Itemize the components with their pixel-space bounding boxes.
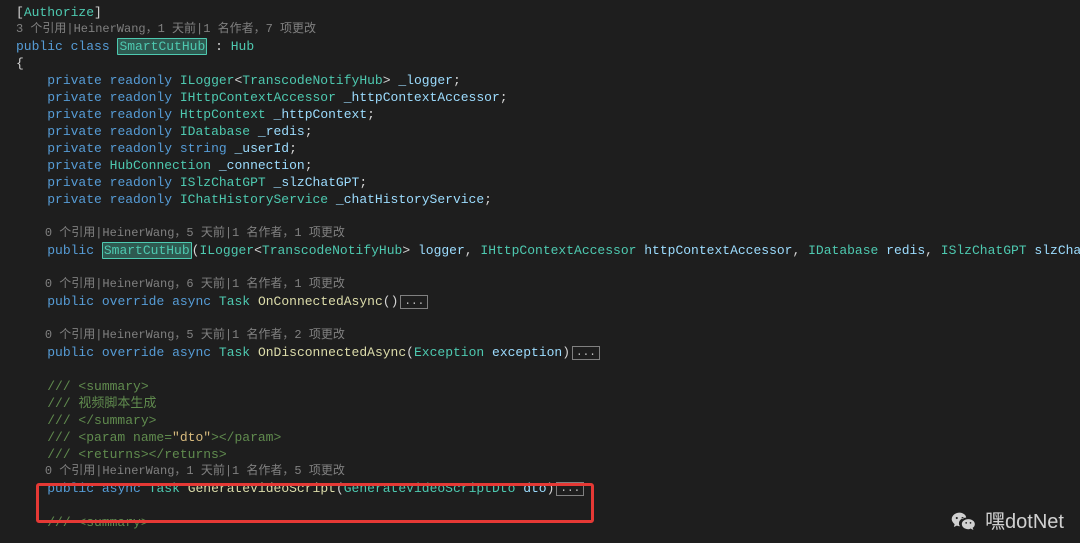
code-line[interactable]: private readonly ISlzChatGPT _slzChatGPT… — [0, 174, 1080, 191]
xml-doc[interactable]: /// <summary> — [0, 514, 1080, 531]
code-line[interactable]: public override async Task OnConnectedAs… — [0, 293, 1080, 310]
code-line[interactable]: public async Task GenerateVideoScript(Ge… — [0, 480, 1080, 497]
xml-doc[interactable]: /// <param name="dto"></param> — [0, 429, 1080, 446]
fold-indicator[interactable]: ... — [400, 295, 428, 309]
codelens-ondisconnected[interactable]: 0 个引用|HeinerWang，5 天前|1 名作者，2 项更改 — [0, 327, 1080, 344]
blank-line — [0, 497, 1080, 514]
xml-doc[interactable]: /// </summary> — [0, 412, 1080, 429]
fold-indicator[interactable]: ... — [556, 482, 584, 496]
watermark: 嘿dotNet — [951, 511, 1064, 533]
code-line[interactable]: public override async Task OnDisconnecte… — [0, 344, 1080, 361]
codelens-ctor[interactable]: 0 个引用|HeinerWang，5 天前|1 名作者，1 项更改 — [0, 225, 1080, 242]
xml-doc[interactable]: /// 视频脚本生成 — [0, 395, 1080, 412]
code-line[interactable]: private readonly string _userId; — [0, 140, 1080, 157]
class-name-highlight: SmartCutHub — [117, 38, 207, 55]
code-line[interactable]: private readonly IHttpContextAccessor _h… — [0, 89, 1080, 106]
fold-indicator[interactable]: ... — [572, 346, 600, 360]
xml-doc[interactable]: /// <returns></returns> — [0, 446, 1080, 463]
codelens-class[interactable]: 3 个引用|HeinerWang，1 天前|1 名作者，7 项更改 — [0, 21, 1080, 38]
blank-line — [0, 361, 1080, 378]
codelens-generate[interactable]: 0 个引用|HeinerWang，1 天前|1 名作者，5 项更改 — [0, 463, 1080, 480]
code-line[interactable]: private readonly IChatHistoryService _ch… — [0, 191, 1080, 208]
blank-line — [0, 208, 1080, 225]
code-line[interactable]: { — [0, 55, 1080, 72]
wechat-icon — [951, 511, 977, 533]
code-line[interactable]: private HubConnection _connection; — [0, 157, 1080, 174]
ctor-name-highlight: SmartCutHub — [102, 242, 192, 259]
code-line[interactable]: private readonly IDatabase _redis; — [0, 123, 1080, 140]
code-line[interactable]: private readonly HttpContext _httpContex… — [0, 106, 1080, 123]
blank-line — [0, 259, 1080, 276]
code-line[interactable]: [Authorize] — [0, 4, 1080, 21]
code-line[interactable]: public class SmartCutHub : Hub — [0, 38, 1080, 55]
code-line[interactable]: private readonly ILogger<TranscodeNotify… — [0, 72, 1080, 89]
xml-doc[interactable]: /// <summary> — [0, 378, 1080, 395]
codelens-onconnected[interactable]: 0 个引用|HeinerWang，6 天前|1 名作者，1 项更改 — [0, 276, 1080, 293]
watermark-text: 嘿dotNet — [985, 514, 1064, 531]
code-line[interactable]: public SmartCutHub(ILogger<TranscodeNoti… — [0, 242, 1080, 259]
method-generate-video-script: GenerateVideoScript — [188, 481, 336, 496]
blank-line — [0, 310, 1080, 327]
attribute-name: Authorize — [24, 5, 94, 20]
